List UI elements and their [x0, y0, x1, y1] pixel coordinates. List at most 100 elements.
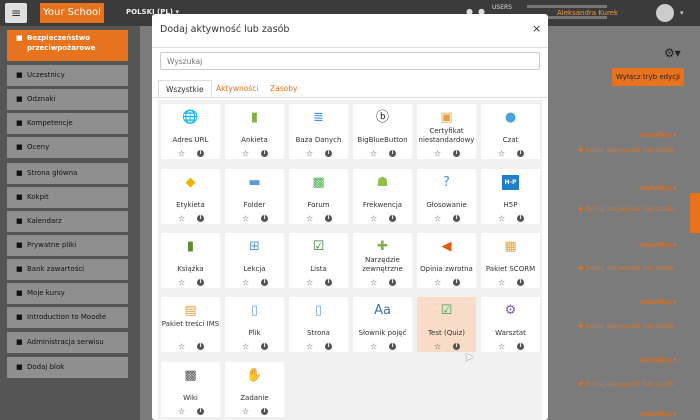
info-icon[interactable]: i [453, 343, 460, 350]
star-icon[interactable]: ☆ [370, 279, 377, 287]
sidebar-item[interactable]: ■ Kompetencje [7, 113, 128, 134]
add-activity-link[interactable]: ✚ Dodaj aktywność lub zasób [578, 146, 674, 154]
info-icon[interactable]: i [389, 279, 396, 286]
sidebar-item[interactable]: ■ Administracja serwisu [7, 332, 128, 353]
site-logo[interactable]: Your School [40, 3, 104, 23]
activity-card[interactable]: H-P H5P ☆ i [481, 169, 540, 224]
modify-menu[interactable]: Modyfikuj ▾ [640, 184, 676, 192]
info-icon[interactable]: i [261, 343, 268, 350]
star-icon[interactable]: ☆ [178, 279, 185, 287]
info-icon[interactable]: i [325, 215, 332, 222]
sidebar-item[interactable]: ■ Kalendarz [7, 211, 128, 232]
info-icon[interactable]: i [453, 279, 460, 286]
activity-card[interactable]: ⓑ BigBlueButton ☆ i [353, 104, 412, 159]
star-icon[interactable]: ☆ [370, 343, 377, 351]
star-icon[interactable]: ☆ [306, 343, 313, 351]
activity-card[interactable]: ▯ Strona ☆ i [289, 297, 348, 352]
modify-menu[interactable]: Modyfikuj ▾ [640, 131, 676, 139]
star-icon[interactable]: ☆ [242, 343, 249, 351]
tab-resources[interactable]: Zasoby [263, 80, 304, 98]
star-icon[interactable]: ☆ [306, 215, 313, 223]
add-activity-link[interactable]: ✚ Dodaj aktywność lub zasób [578, 205, 674, 213]
sidebar-item[interactable]: ■ Moje kursy [7, 283, 128, 304]
info-icon[interactable]: i [517, 150, 524, 157]
sidebar-item[interactable]: ■ Kokpit [7, 187, 128, 208]
star-icon[interactable]: ☆ [242, 150, 249, 158]
sidebar-item[interactable]: ■ Dodaj blok [7, 357, 128, 378]
activity-card[interactable]: ▬ Folder ☆ i [225, 169, 284, 224]
star-icon[interactable]: ☆ [498, 215, 505, 223]
activity-card[interactable]: ▩ Wiki ☆ i [161, 362, 220, 417]
chevron-down-icon[interactable]: ▾ [680, 9, 684, 17]
activity-card[interactable]: ▣ Certyfikat niestandardowy ☆ i [417, 104, 476, 159]
activity-card[interactable]: ✋ Zadanie ☆ i [225, 362, 284, 417]
star-icon[interactable]: ☆ [370, 215, 377, 223]
sidebar-item[interactable]: ■ Prywatne pliki [7, 235, 128, 256]
gear-icon[interactable]: ⚙▾ [664, 46, 681, 60]
activity-card[interactable]: ▮ Ankieta ☆ i [225, 104, 284, 159]
info-icon[interactable]: i [389, 215, 396, 222]
info-icon[interactable]: i [197, 408, 204, 415]
activity-card[interactable]: ▤ Pakiet treści IMS ☆ i [161, 297, 220, 352]
info-icon[interactable]: i [197, 215, 204, 222]
star-icon[interactable]: ☆ [498, 150, 505, 158]
info-icon[interactable]: i [517, 215, 524, 222]
star-icon[interactable]: ☆ [434, 150, 441, 158]
info-icon[interactable]: i [325, 279, 332, 286]
edit-mode-button[interactable]: Wyłącz tryb edycji [612, 68, 684, 86]
activity-card[interactable]: ● Czat ☆ i [481, 104, 540, 159]
info-icon[interactable]: i [197, 343, 204, 350]
activity-card[interactable]: ? Głosowanie ☆ i [417, 169, 476, 224]
user-name[interactable]: Aleksandra Kurek [557, 9, 618, 17]
activity-card[interactable]: 🌐 Adres URL ☆ i [161, 104, 220, 159]
star-icon[interactable]: ☆ [178, 343, 185, 351]
avatar[interactable] [656, 4, 674, 22]
info-icon[interactable]: i [197, 279, 204, 286]
activity-card[interactable]: ☑ Test (Quiz) ☆ i [417, 297, 476, 352]
info-icon[interactable]: i [261, 150, 268, 157]
activity-card[interactable]: ≣ Baza Danych ☆ i [289, 104, 348, 159]
modify-menu[interactable]: Modyfikuj ▾ [640, 356, 676, 364]
star-icon[interactable]: ☆ [498, 343, 505, 351]
activity-card[interactable]: ⚙ Warsztat ☆ i [481, 297, 540, 352]
sidebar-item[interactable]: ■ Uczestnicy [7, 65, 128, 86]
info-icon[interactable]: i [389, 150, 396, 157]
add-activity-link[interactable]: ✚ Dodaj aktywność lub zasób [578, 322, 674, 330]
star-icon[interactable]: ☆ [370, 150, 377, 158]
activity-card[interactable]: ◆ Etykieta ☆ i [161, 169, 220, 224]
star-icon[interactable]: ☆ [434, 279, 441, 287]
star-icon[interactable]: ☆ [178, 408, 185, 416]
star-icon[interactable]: ☆ [498, 279, 505, 287]
tab-activities[interactable]: Aktywności [209, 80, 265, 98]
activity-card[interactable]: ▮ Książka ☆ i [161, 233, 220, 288]
info-icon[interactable]: i [389, 343, 396, 350]
activity-card[interactable]: ☑ Lista ☆ i [289, 233, 348, 288]
activity-card[interactable]: ▦ Pakiet SCORM ☆ i [481, 233, 540, 288]
sidebar-item[interactable]: ■ Oceny [7, 137, 128, 158]
sidebar-item[interactable]: ■ Odznaki [7, 89, 128, 110]
close-icon[interactable]: × [532, 22, 541, 35]
modify-menu[interactable]: Modyfikuj ▾ [640, 298, 676, 306]
activity-card[interactable]: ▩ Forum ☆ i [289, 169, 348, 224]
menu-toggle-icon[interactable]: ≡ [5, 3, 27, 23]
activity-card[interactable]: ⊞ Lekcja ☆ i [225, 233, 284, 288]
info-icon[interactable]: i [453, 150, 460, 157]
tab-all[interactable]: Wszystkie [158, 80, 212, 98]
info-icon[interactable]: i [261, 279, 268, 286]
activity-card[interactable]: ▯ Plik ☆ i [225, 297, 284, 352]
star-icon[interactable]: ☆ [242, 408, 249, 416]
activity-card[interactable]: ◀ Opinia zwrotna ☆ i [417, 233, 476, 288]
sidebar-item[interactable]: ■ Bank zawartości [7, 259, 128, 280]
search-input[interactable] [160, 52, 540, 70]
add-activity-link[interactable]: ✚ Dodaj aktywność lub zasób [578, 380, 674, 388]
info-icon[interactable]: i [517, 279, 524, 286]
info-icon[interactable]: i [325, 150, 332, 157]
info-icon[interactable]: i [197, 150, 204, 157]
info-icon[interactable]: i [325, 343, 332, 350]
add-activity-link[interactable]: ✚ Dodaj aktywność lub zasób [578, 264, 674, 272]
star-icon[interactable]: ☆ [306, 279, 313, 287]
sidebar-item[interactable]: ■ Bezpieczeństwo przeciwpożarowe [7, 30, 128, 61]
star-icon[interactable]: ☆ [178, 150, 185, 158]
star-icon[interactable]: ☆ [178, 215, 185, 223]
star-icon[interactable]: ☆ [242, 215, 249, 223]
